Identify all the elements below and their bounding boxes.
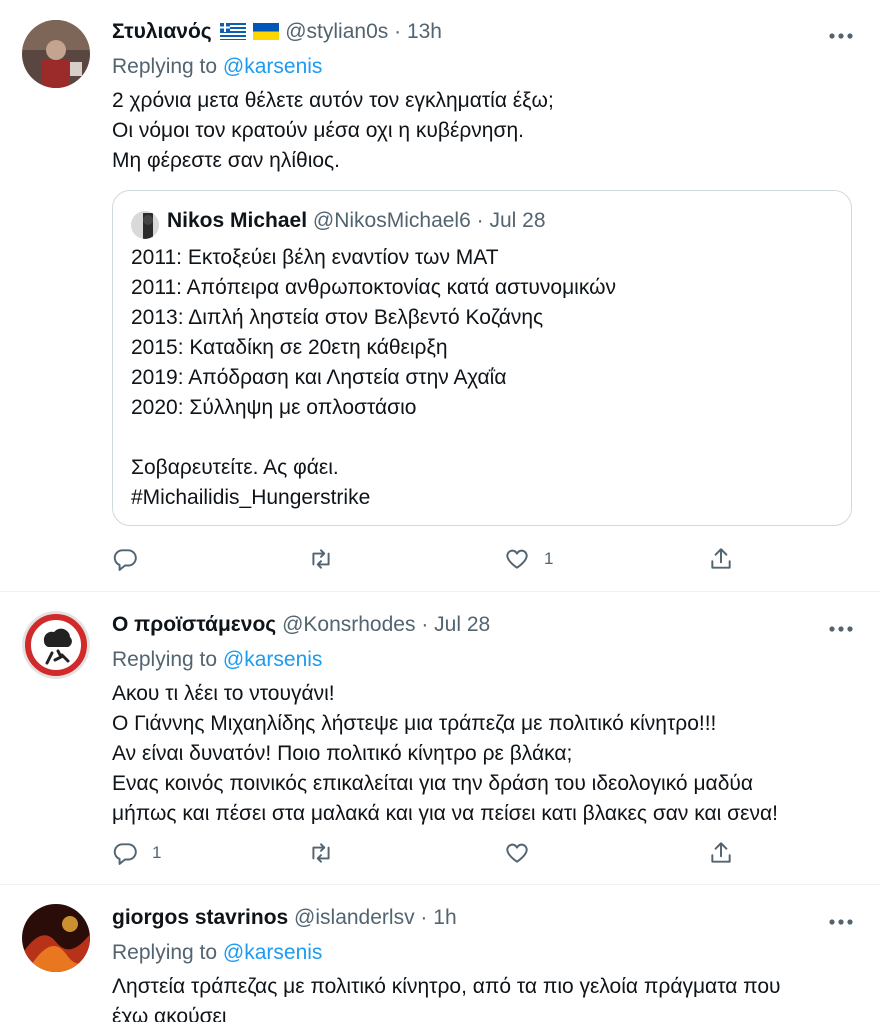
replying-to-mention[interactable]: @karsenis	[223, 55, 323, 78]
display-name[interactable]: giorgos stavrinos	[112, 906, 288, 929]
tweet-text: 2 χρόνια μετα θέλετε αυτόν τον εγκληματί…	[112, 89, 554, 172]
avatar[interactable]	[22, 611, 90, 679]
tweet-header: giorgos stavrinos @islanderlsv · 1h	[112, 906, 457, 930]
separator-dot: ·	[394, 20, 402, 43]
quoted-tweet[interactable]: Nikos Michael @NikosMichael6 · Jul 28 20…	[112, 190, 852, 526]
replying-to: Replying to @karsenis	[112, 55, 322, 79]
replying-to-mention[interactable]: @karsenis	[223, 648, 323, 671]
replying-to-label: Replying to	[112, 55, 223, 78]
retweet-button[interactable]	[308, 838, 348, 868]
separator-dot: ·	[476, 209, 484, 232]
tweet[interactable]: Στυλιανός @stylian0s · 13h Replying to @…	[0, 0, 880, 592]
user-handle[interactable]: @islanderlsv	[294, 906, 415, 929]
reply-icon	[113, 549, 137, 571]
reply-icon	[113, 843, 137, 865]
replying-to-mention[interactable]: @karsenis	[223, 941, 323, 964]
avatar[interactable]	[22, 20, 90, 88]
tweet-header: Στυλιανός @stylian0s · 13h	[112, 20, 442, 44]
retweet-icon	[312, 549, 330, 569]
share-button[interactable]	[708, 838, 734, 868]
more-icon[interactable]	[828, 621, 854, 632]
hashtag[interactable]: #Michailidis_Hungerstrike	[131, 486, 370, 509]
ukraine-flag-icon	[253, 22, 280, 40]
share-icon	[711, 548, 731, 569]
timestamp[interactable]: Jul 28	[434, 613, 490, 636]
user-handle[interactable]: @Konsrhodes	[282, 613, 415, 636]
quoted-timestamp: Jul 28	[489, 209, 546, 232]
tweet-header: Ο προϊστάμενος @Konsrhodes · Jul 28	[112, 613, 490, 637]
quoted-body: 2011: Εκτοξεύει βέλη εναντίον των ΜΑΤ 20…	[131, 246, 616, 479]
like-icon	[506, 843, 528, 863]
like-button[interactable]: 1	[504, 544, 553, 574]
quoted-avatar	[131, 211, 159, 239]
replying-to-label: Replying to	[112, 648, 223, 671]
like-icon	[506, 549, 528, 569]
tweet[interactable]: giorgos stavrinos @islanderlsv · 1h Repl…	[0, 886, 880, 1022]
timestamp[interactable]: 13h	[407, 20, 442, 43]
more-icon[interactable]	[828, 914, 854, 925]
share-button[interactable]	[708, 544, 734, 574]
more-icon[interactable]	[828, 28, 854, 39]
tweet-actions: 1	[112, 838, 752, 868]
quoted-handle: @NikosMichael6	[312, 209, 471, 232]
separator-dot: ·	[421, 613, 429, 636]
reply-button[interactable]: 1	[112, 838, 161, 868]
reply-feed: Στυλιανός @stylian0s · 13h Replying to @…	[0, 0, 880, 1022]
share-icon	[711, 842, 731, 863]
reply-button[interactable]	[112, 544, 152, 574]
like-button[interactable]	[504, 838, 544, 868]
reply-count: 1	[152, 843, 162, 862]
display-name[interactable]: Ο προϊστάμενος	[112, 613, 276, 636]
retweet-icon	[312, 843, 330, 863]
quoted-header: Nikos Michael @NikosMichael6 · Jul 28	[167, 209, 546, 233]
replying-to: Replying to @karsenis	[112, 648, 322, 672]
tweet[interactable]: Ο προϊστάμενος @Konsrhodes · Jul 28 Repl…	[0, 593, 880, 885]
retweet-button[interactable]	[308, 544, 348, 574]
quoted-display-name: Nikos Michael	[167, 209, 308, 232]
tweet-text: Ακου τι λέει το ντουγάνι! Ο Γιάννης Μιχα…	[112, 682, 778, 825]
replying-to: Replying to @karsenis	[112, 941, 322, 965]
user-handle[interactable]: @stylian0s	[285, 20, 388, 43]
greece-flag-icon	[219, 22, 246, 40]
quoted-text: 2011: Εκτοξεύει βέλη εναντίον των ΜΑΤ 20…	[131, 243, 616, 513]
display-name[interactable]: Στυλιανός	[112, 20, 212, 43]
timestamp[interactable]: 1h	[433, 906, 456, 929]
tweet-text: Ληστεία τράπεζας με πολιτικό κίνητρο, απ…	[112, 975, 781, 1022]
separator-dot: ·	[420, 906, 428, 929]
tweet-actions: 1	[112, 544, 752, 574]
like-count: 1	[544, 549, 554, 568]
replying-to-label: Replying to	[112, 941, 223, 964]
avatar[interactable]	[22, 904, 90, 972]
